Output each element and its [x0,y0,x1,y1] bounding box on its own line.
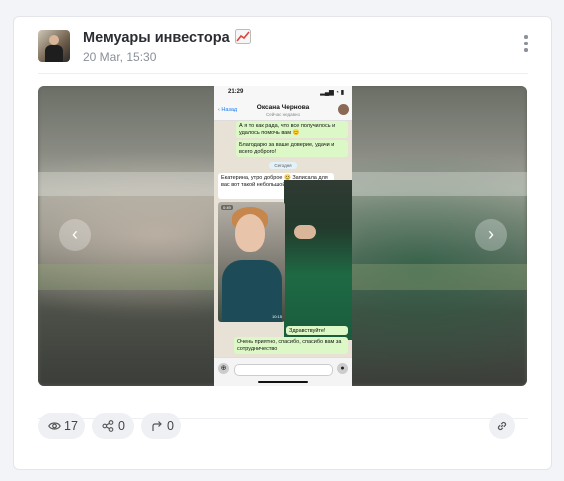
video-duration: 0:49 [221,205,233,210]
chat-contact-status: Сейчас недавно [265,112,300,117]
previous-arrow-icon[interactable]: ‹ [59,219,91,251]
author-title-text: Мемуары инвестора [83,30,230,46]
post-title[interactable]: Мемуары инвестора [83,29,251,46]
status-time: 21:29 [228,89,244,95]
eye-icon [48,422,61,430]
chat-message: Благодарю за ваше доверие, удачи и всего… [236,140,348,157]
reposts-count: 0 [167,419,174,433]
author-avatar[interactable] [38,30,70,62]
message-field [234,364,333,376]
shares-count: 0 [118,419,125,433]
background-person [284,180,352,340]
post-date: 20 Mar, 15:30 [83,50,157,64]
repost-counter[interactable]: 0 [141,413,181,439]
attach-icon: ⊕ [218,363,229,374]
video-message: 0:49 10:15 [218,202,285,322]
views-counter[interactable]: 17 [38,413,85,439]
mic-icon: ● [337,363,348,374]
post-card: Мемуары инвестора 20 Mar, 15:30 21:29 ▂▄… [13,16,552,470]
chart-increasing-icon [234,29,251,44]
repost-arrow-icon [152,421,162,431]
divider-top [38,73,528,74]
chat-message: Здравствуйте! [286,326,348,335]
media-carousel[interactable]: 21:29 ▂▄▆ ◔ ▮ ‹ Назад Оксана Чернова Сей… [38,86,527,386]
link-icon [497,421,507,431]
chat-screenshot: 21:29 ▂▄▆ ◔ ▮ ‹ Назад Оксана Чернова Сей… [214,86,352,386]
views-count: 17 [64,419,78,433]
chat-message: А я то как рада, что все получилось и уд… [236,121,348,138]
more-options-icon[interactable] [523,35,529,55]
status-icons: ▂▄▆ ◔ ▮ [320,90,344,96]
home-indicator [258,381,308,383]
share-counter[interactable]: 0 [92,413,134,439]
share-icon [102,420,114,432]
chat-composer: ⊕ ● [214,357,352,386]
copy-link-button[interactable] [489,413,515,439]
next-arrow-icon[interactable]: › [475,219,507,251]
chat-message: Очень приятно, спасибо, спасибо вам за с… [234,337,348,354]
chat-contact-avatar [338,104,349,115]
chat-contact-name: Оксана Чернова [256,104,310,111]
video-time: 10:15 [271,314,282,319]
chat-day-separator: Сегодня [269,162,297,169]
